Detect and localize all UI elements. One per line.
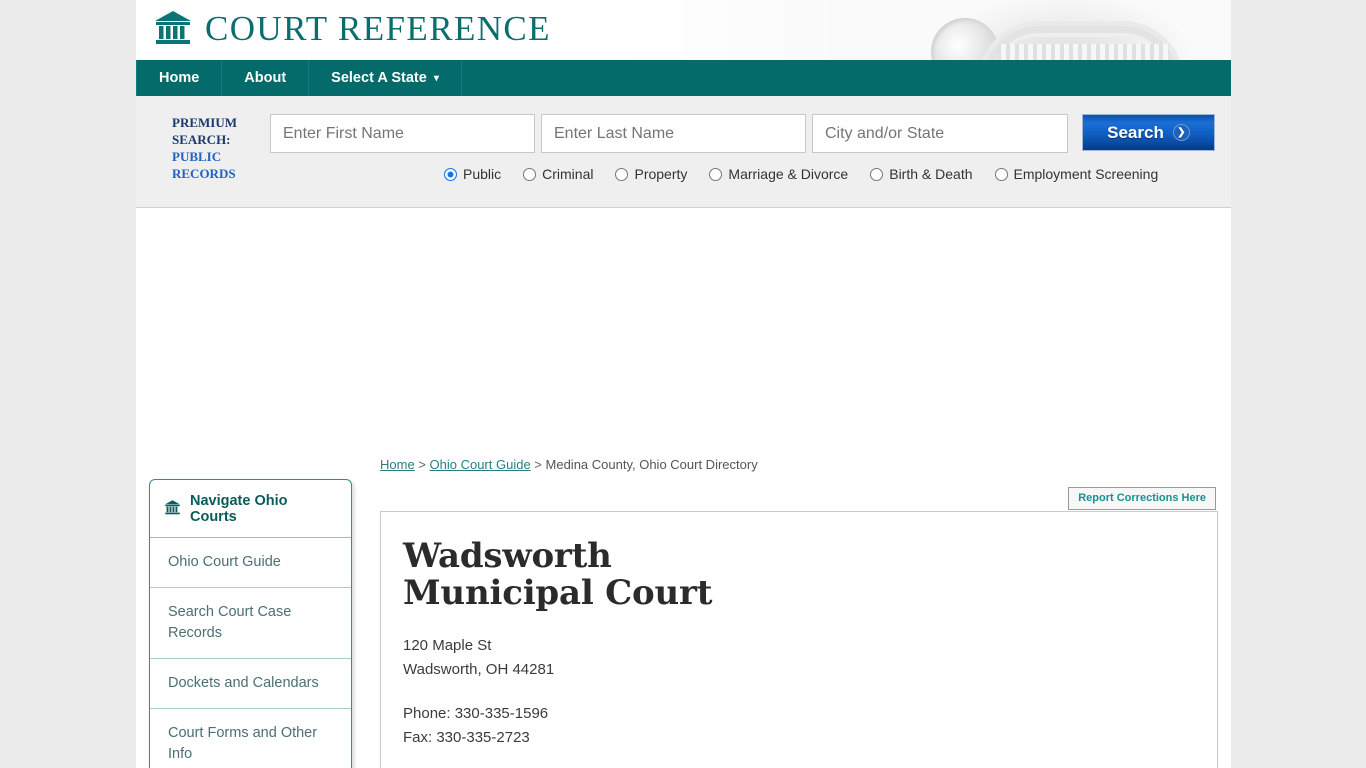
page-title: Wadsworth Municipal Court: [403, 536, 713, 613]
site-title: COURT REFERENCE: [205, 8, 551, 48]
breadcrumb-ohio-court-guide-link[interactable]: Ohio Court Guide: [430, 457, 531, 472]
radio-dot-public: [444, 167, 457, 181]
radio-label-criminal: Criminal: [542, 166, 594, 182]
court-phone: Phone: 330-335-1596: [403, 705, 549, 722]
breadcrumb-separator-1: >: [414, 457, 430, 472]
breadcrumb-home-link[interactable]: Home: [380, 457, 415, 472]
court-street: 120 Maple St: [403, 637, 492, 654]
sidebar-navigate-ohio-courts: Navigate Ohio Courts Ohio Court Guide Se…: [149, 479, 352, 768]
sidebar-item-ohio-court-guide[interactable]: Ohio Court Guide: [150, 538, 351, 588]
premium-search-line2: SEARCH:: [172, 132, 231, 147]
nav-filler: [462, 60, 1231, 96]
radio-option-public[interactable]: Public: [444, 166, 501, 182]
radio-dot-birth-death: [870, 167, 884, 181]
radio-option-marriage-divorce[interactable]: Marriage & Divorce: [709, 166, 848, 182]
nav-item-home-label: Home: [159, 70, 200, 86]
radio-dot-marriage-divorce: [709, 167, 723, 181]
premium-search-line1: PREMIUM: [172, 115, 237, 130]
last-name-input[interactable]: [541, 114, 806, 153]
radio-option-criminal[interactable]: Criminal: [523, 166, 593, 182]
bank-columns-icon: [153, 8, 193, 48]
radio-dot-property: [615, 167, 629, 181]
city-state-input[interactable]: [812, 114, 1068, 153]
radio-label-birth-death: Birth & Death: [889, 166, 973, 182]
sidebar-header-label: Navigate Ohio Courts: [190, 493, 288, 525]
site-container: COURT REFERENCE Home About Select A Stat…: [136, 0, 1231, 768]
court-city-state-zip: Wadsworth, OH 44281: [403, 661, 555, 678]
chevron-right-circle-icon: ❯: [1172, 124, 1190, 141]
chevron-down-icon: ▾: [433, 72, 439, 84]
sidebar-item-dockets-and-calendars[interactable]: Dockets and Calendars: [150, 659, 351, 709]
premium-search-label: PREMIUM SEARCH: PUBLIC RECORDS: [172, 114, 272, 182]
nav-item-about[interactable]: About: [222, 60, 310, 96]
radio-option-employment-screening[interactable]: Employment Screening: [994, 166, 1159, 182]
site-logo-link[interactable]: COURT REFERENCE: [153, 8, 551, 48]
radio-dot-employment-screening: [994, 167, 1008, 181]
sidebar-item-search-court-case-records[interactable]: Search Court Case Records: [150, 588, 351, 659]
search-field-group: Search ❯: [270, 114, 1215, 153]
breadcrumb-current: Medina County, Ohio Court Directory: [545, 457, 758, 472]
public-records-link-line1[interactable]: PUBLIC: [172, 148, 272, 165]
page-root: COURT REFERENCE Home About Select A Stat…: [0, 0, 1366, 768]
sidebar-header: Navigate Ohio Courts: [150, 480, 351, 538]
site-masthead: COURT REFERENCE: [136, 0, 1231, 60]
radio-dot-criminal: [523, 167, 537, 181]
courthouse-column-banner-image: [611, 0, 1231, 60]
record-type-radio-group: Public Criminal Property Marriage & Divo…: [444, 166, 1158, 182]
ionic-scroll-decoration: [931, 18, 999, 60]
radio-label-property: Property: [634, 166, 688, 182]
radio-label-public: Public: [463, 166, 502, 182]
search-button-label: Search: [1107, 122, 1164, 142]
nav-item-select-a-state-label: Select A State: [331, 70, 427, 86]
first-name-input[interactable]: [270, 114, 535, 153]
column-fluting-decoration: [997, 44, 1169, 60]
main-navigation: Home About Select A State ▾: [136, 60, 1231, 96]
sidebar-item-court-forms-and-other-info[interactable]: Court Forms and Other Info: [150, 709, 351, 768]
nav-item-about-label: About: [244, 70, 287, 86]
nav-item-select-a-state[interactable]: Select A State ▾: [309, 60, 462, 96]
public-records-link-line2[interactable]: RECORDS: [172, 165, 272, 182]
search-button[interactable]: Search ❯: [1082, 114, 1215, 151]
court-detail-card: Wadsworth Municipal Court 120 Maple St W…: [380, 511, 1218, 768]
radio-label-employment-screening: Employment Screening: [1013, 166, 1159, 182]
premium-search-bar: PREMIUM SEARCH: PUBLIC RECORDS Search ❯: [136, 96, 1231, 208]
report-corrections-button[interactable]: Report Corrections Here: [1068, 487, 1216, 510]
nav-item-home[interactable]: Home: [136, 60, 223, 96]
court-address: 120 Maple St Wadsworth, OH 44281: [403, 634, 1189, 682]
radio-option-property[interactable]: Property: [615, 166, 687, 182]
report-corrections-label: Report Corrections Here: [1078, 492, 1206, 504]
court-fax: Fax: 330-335-2723: [403, 729, 530, 746]
breadcrumb: Home > Ohio Court Guide > Medina County,…: [380, 457, 758, 472]
radio-label-marriage-divorce: Marriage & Divorce: [728, 166, 849, 182]
breadcrumb-separator-2: >: [530, 457, 546, 472]
bank-columns-icon: [164, 499, 181, 520]
court-contact: Phone: 330-335-1596 Fax: 330-335-2723: [403, 702, 1189, 750]
radio-option-birth-death[interactable]: Birth & Death: [870, 166, 973, 182]
